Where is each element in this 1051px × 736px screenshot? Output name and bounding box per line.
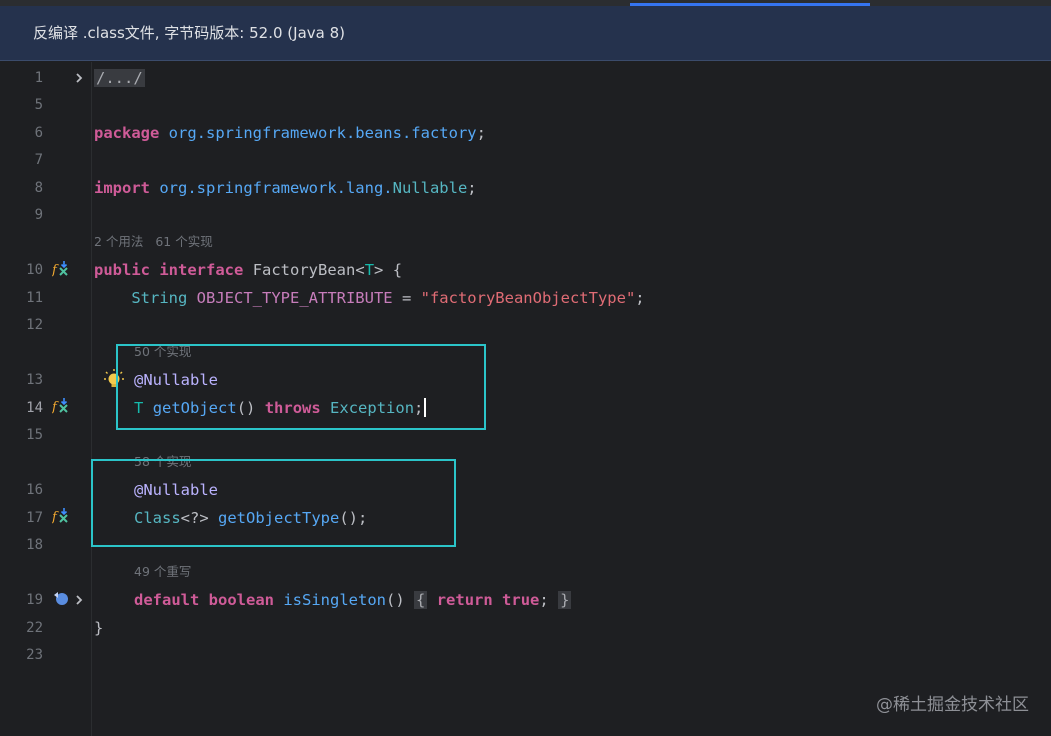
overridden-method-icon[interactable]: [52, 589, 70, 607]
brace: > {: [374, 261, 403, 279]
highlight-box-getObject: [116, 344, 486, 430]
keyword: return: [436, 591, 493, 609]
package-name: org.springframework.beans.factory: [168, 124, 477, 142]
banner-text: 反编译 .class文件, 字节码版本: 52.0 (Java 8): [33, 24, 345, 42]
code-editor[interactable]: 1 5 6 7 8 9 10 11 12 13 14 15 16 17 18 1…: [0, 62, 1051, 736]
method-name: isSingleton: [283, 591, 386, 609]
line-number: 23: [26, 647, 43, 663]
line-number: 18: [26, 537, 43, 553]
overrides-inlay-hint[interactable]: 49 个重写: [134, 563, 191, 581]
line-number: 1: [34, 70, 43, 86]
gutter-divider: [91, 62, 92, 736]
semicolon: ;: [539, 591, 549, 609]
line-number: 12: [26, 317, 43, 333]
code-line-19: default boolean isSingleton() { return t…: [134, 590, 572, 610]
type-name: String: [131, 289, 188, 307]
svg-text:f: f: [52, 510, 59, 525]
parentheses: (): [386, 591, 405, 609]
interface-name: FactoryBean: [252, 261, 356, 279]
keyword: import: [94, 179, 150, 197]
string-literal: "factoryBeanObjectType": [420, 289, 636, 307]
line-number-current: 14: [26, 400, 43, 416]
highlight-box-getObjectType: [91, 459, 456, 547]
package-name: org.springframework.lang.: [159, 179, 393, 197]
line-number: 6: [34, 125, 43, 141]
svg-text:f: f: [52, 400, 59, 415]
folded-header-comment[interactable]: /.../: [94, 69, 145, 87]
line-number: 10: [26, 262, 43, 278]
implemented-by-icon[interactable]: f: [52, 507, 70, 525]
implemented-by-icon[interactable]: f: [52, 397, 70, 415]
fold-expand-icon[interactable]: [72, 593, 86, 607]
line-number: 16: [26, 482, 43, 498]
folded-brace[interactable]: {: [414, 591, 428, 609]
line-number: 5: [34, 97, 43, 113]
folded-brace[interactable]: }: [558, 591, 572, 609]
keyword: true: [502, 591, 540, 609]
keyword: interface: [159, 261, 244, 279]
usages-inlay-hint[interactable]: 2 个用法 61 个实现: [94, 233, 213, 251]
type-name: Nullable: [392, 179, 468, 197]
fold-expand-icon[interactable]: [72, 71, 86, 85]
line-number: 22: [26, 620, 43, 636]
semicolon: ;: [467, 179, 477, 197]
keyword: default: [134, 591, 200, 609]
operator: =: [392, 289, 421, 307]
editor-gutter: 1 5 6 7 8 9 10 11 12 13 14 15 16 17 18 1…: [0, 62, 88, 736]
code-line-1: /.../: [94, 68, 145, 88]
line-number: 19: [26, 592, 43, 608]
constant-name: OBJECT_TYPE_ATTRIBUTE: [196, 289, 393, 307]
closing-brace: }: [94, 619, 104, 637]
keyword: package: [94, 124, 160, 142]
code-line-22: }: [94, 618, 103, 638]
line-number: 9: [34, 207, 43, 223]
line-number: 17: [26, 510, 43, 526]
line-number: 13: [26, 372, 43, 388]
decompiled-notice-banner: 反编译 .class文件, 字节码版本: 52.0 (Java 8): [0, 6, 1051, 61]
keyword: public: [94, 261, 150, 279]
line-number: 8: [34, 180, 43, 196]
semicolon: ;: [476, 124, 486, 142]
generic-bracket: <: [355, 261, 365, 279]
type-parameter: T: [364, 261, 375, 279]
semicolon: ;: [635, 289, 645, 307]
line-number: 7: [34, 152, 43, 168]
svg-text:f: f: [52, 263, 59, 278]
watermark: @稀土掘金技术社区: [876, 695, 1029, 715]
code-line-8: import org.springframework.lang.Nullable…: [94, 178, 477, 198]
line-number: 11: [26, 290, 43, 306]
keyword: boolean: [208, 591, 274, 609]
code-line-6: package org.springframework.beans.factor…: [94, 123, 486, 143]
implemented-by-icon[interactable]: f: [52, 260, 70, 278]
code-line-10: public interface FactoryBean<T> {: [94, 260, 402, 280]
code-line-11: String OBJECT_TYPE_ATTRIBUTE = "factoryB…: [94, 288, 645, 308]
line-number: 15: [26, 427, 43, 443]
